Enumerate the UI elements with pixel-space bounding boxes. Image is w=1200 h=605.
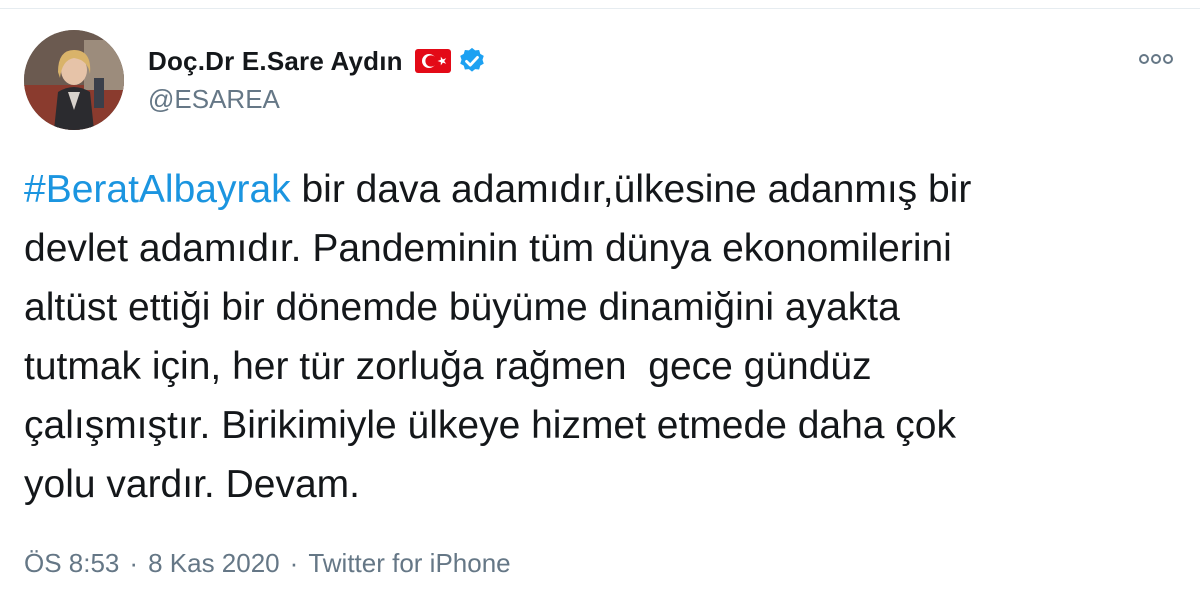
more-options-button[interactable] (1136, 44, 1176, 74)
turkey-flag-icon (414, 48, 451, 74)
tweet-body: bir dava adamıdır,ülkesine adanmış bir d… (24, 168, 972, 506)
tweet-card: Doç.Dr E.Sare Aydın @ESAREA #BeratAlbayr… (0, 0, 1200, 605)
tweet-source[interactable]: Twitter for iPhone (308, 548, 510, 579)
author-display-name[interactable]: Doç.Dr E.Sare Aydın (148, 46, 403, 77)
meta-separator: · (129, 548, 139, 578)
tweet-date[interactable]: 8 Kas 2020 (148, 548, 280, 579)
author-name-row: Doç.Dr E.Sare Aydın (148, 42, 487, 80)
avatar-photo (24, 30, 124, 130)
more-horizontal-icon (1139, 54, 1173, 64)
hashtag-link[interactable]: #BeratAlbayrak (24, 168, 291, 211)
tweet-text: #BeratAlbayrak bir dava adamıdır,ülkesin… (24, 160, 1174, 514)
tweet-time[interactable]: ÖS 8:53 (24, 548, 119, 579)
avatar[interactable] (24, 30, 124, 130)
author-handle[interactable]: @ESAREA (148, 84, 280, 115)
tweet-meta: ÖS 8:53 · 8 Kas 2020 · Twitter for iPhon… (24, 548, 511, 579)
meta-separator: · (289, 548, 299, 578)
verified-badge-icon (457, 46, 487, 76)
